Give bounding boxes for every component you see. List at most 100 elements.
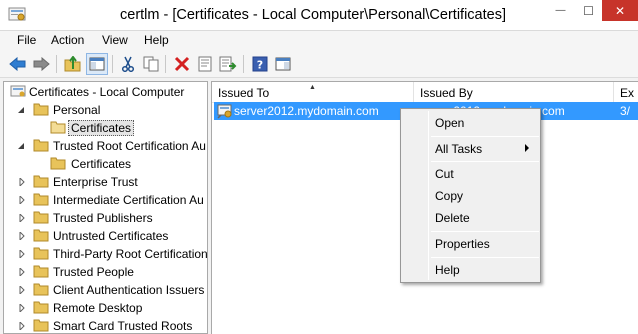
collapsed-arrow-icon[interactable] xyxy=(19,250,26,258)
minimize-button[interactable]: — xyxy=(547,0,574,21)
context-menu-label: Cut xyxy=(435,167,454,181)
folder-icon xyxy=(33,229,49,242)
expanded-arrow-icon[interactable] xyxy=(18,142,25,150)
context-menu-separator xyxy=(431,136,539,137)
context-menu-label: Copy xyxy=(435,189,464,203)
action-pane-button[interactable] xyxy=(272,53,294,75)
folder-icon xyxy=(33,283,49,296)
toolbar-separator xyxy=(165,55,166,73)
tree-item-label: Remote Desktop xyxy=(53,301,143,315)
context-menu-label: Delete xyxy=(435,211,470,225)
forward-icon xyxy=(33,57,50,71)
tree-item-client-auth-issuers[interactable]: Client Authentication Issuers xyxy=(4,281,207,299)
collapsed-arrow-icon[interactable] xyxy=(19,232,26,240)
copy-button[interactable] xyxy=(140,53,162,75)
folder-icon xyxy=(33,319,49,332)
column-header-expiration[interactable]: Ex xyxy=(614,82,638,103)
up-folder-button[interactable] xyxy=(62,53,84,75)
toolbar-separator xyxy=(243,55,244,73)
close-button[interactable]: ✕ xyxy=(602,0,638,21)
cell-issued-to: server2012.mydomain.com xyxy=(234,104,379,118)
folder-icon xyxy=(33,301,49,314)
delete-button[interactable] xyxy=(171,53,193,75)
context-menu-open[interactable]: Open xyxy=(401,112,540,134)
context-menu-separator xyxy=(431,161,539,162)
window-title: certlm - [Certificates - Local Computer\… xyxy=(120,7,506,23)
context-menu-separator xyxy=(431,257,539,258)
help-button[interactable]: ? xyxy=(249,53,271,75)
menu-action[interactable]: Action xyxy=(51,33,84,47)
tree-item-enterprise-trust[interactable]: Enterprise Trust xyxy=(4,173,207,191)
show-hide-tree-button[interactable] xyxy=(86,53,108,75)
menu-file[interactable]: File xyxy=(17,33,36,47)
column-header-label: Issued To xyxy=(218,86,270,100)
maximize-icon: ☐ xyxy=(583,3,594,18)
collapsed-arrow-icon[interactable] xyxy=(19,286,26,294)
tree-item-smart-card-roots[interactable]: Smart Card Trusted Roots xyxy=(4,317,207,333)
context-menu-copy[interactable]: Copy xyxy=(401,185,540,207)
folder-icon xyxy=(33,193,49,206)
tree-item-trusted-people[interactable]: Trusted People xyxy=(4,263,207,281)
column-header-label: Ex xyxy=(620,86,635,100)
tree-item-third-party-root[interactable]: Third-Party Root Certification xyxy=(4,245,207,263)
column-header-issued-by[interactable]: Issued By xyxy=(414,82,614,103)
collapsed-arrow-icon[interactable] xyxy=(19,268,26,276)
copy-icon xyxy=(143,56,159,72)
menu-help[interactable]: Help xyxy=(144,33,169,47)
tree-item-label: Smart Card Trusted Roots xyxy=(53,319,193,333)
tree-item-label: Trusted Root Certification Au xyxy=(53,139,206,153)
toolbar: ? xyxy=(0,50,638,78)
menu-view[interactable]: View xyxy=(102,33,128,47)
cut-button[interactable] xyxy=(117,53,139,75)
column-header-issued-to[interactable]: Issued To ▲ xyxy=(212,82,414,103)
tree-item-label: Certificates xyxy=(71,157,132,171)
maximize-button[interactable]: ☐ xyxy=(575,0,602,21)
tree-item-personal[interactable]: Personal xyxy=(4,101,207,119)
up-folder-icon xyxy=(64,56,81,72)
context-menu-label: Help xyxy=(435,263,460,277)
tree-item-trusted-root-certificates[interactable]: Certificates xyxy=(4,155,207,173)
collapsed-arrow-icon[interactable] xyxy=(19,214,26,222)
folder-icon xyxy=(33,211,49,224)
context-menu-all-tasks[interactable]: All Tasks xyxy=(401,138,540,160)
cell-expiration: 3/ xyxy=(620,104,631,118)
export-list-icon xyxy=(219,56,237,72)
sort-ascending-icon: ▲ xyxy=(309,84,316,91)
forward-button[interactable] xyxy=(30,53,52,75)
tree-item-label: Trusted Publishers xyxy=(53,211,153,225)
tree-item-personal-certificates[interactable]: Certificates xyxy=(4,119,207,137)
collapsed-arrow-icon[interactable] xyxy=(19,196,26,204)
folder-icon xyxy=(50,157,66,170)
collapsed-arrow-icon[interactable] xyxy=(19,178,26,186)
folder-icon xyxy=(33,265,49,278)
folder-icon xyxy=(33,139,49,152)
context-menu-help[interactable]: Help xyxy=(401,259,540,281)
tree-item-label: Intermediate Certification Au xyxy=(53,193,204,207)
context-menu-cut[interactable]: Cut xyxy=(401,163,540,185)
tree-item-remote-desktop[interactable]: Remote Desktop xyxy=(4,299,207,317)
context-menu: Open All Tasks Cut Copy Delete Propertie… xyxy=(400,108,541,283)
console-tree: Certificates - Local Computer Personal C… xyxy=(3,81,208,334)
tree-item-label: Personal xyxy=(53,103,101,117)
collapsed-arrow-icon[interactable] xyxy=(19,322,26,330)
context-menu-delete[interactable]: Delete xyxy=(401,207,540,229)
context-menu-properties[interactable]: Properties xyxy=(401,233,540,255)
tree-item-untrusted-certificates[interactable]: Untrusted Certificates xyxy=(4,227,207,245)
expanded-arrow-icon[interactable] xyxy=(18,106,25,114)
submenu-arrow-icon xyxy=(525,144,529,152)
action-pane-icon xyxy=(275,57,291,71)
toolbar-separator xyxy=(112,55,113,73)
certificate-app-icon xyxy=(8,7,26,21)
tree-root[interactable]: Certificates - Local Computer xyxy=(4,83,207,101)
tree-item-trusted-root[interactable]: Trusted Root Certification Au xyxy=(4,137,207,155)
properties-button[interactable] xyxy=(194,53,216,75)
back-button[interactable] xyxy=(7,53,29,75)
certificate-icon xyxy=(217,104,232,119)
context-menu-label: Open xyxy=(435,116,465,130)
collapsed-arrow-icon[interactable] xyxy=(19,304,26,312)
toolbar-separator xyxy=(56,55,57,73)
export-list-button[interactable] xyxy=(217,53,239,75)
tree-item-intermediate-ca[interactable]: Intermediate Certification Au xyxy=(4,191,207,209)
tree-item-trusted-publishers[interactable]: Trusted Publishers xyxy=(4,209,207,227)
back-icon xyxy=(9,57,26,71)
